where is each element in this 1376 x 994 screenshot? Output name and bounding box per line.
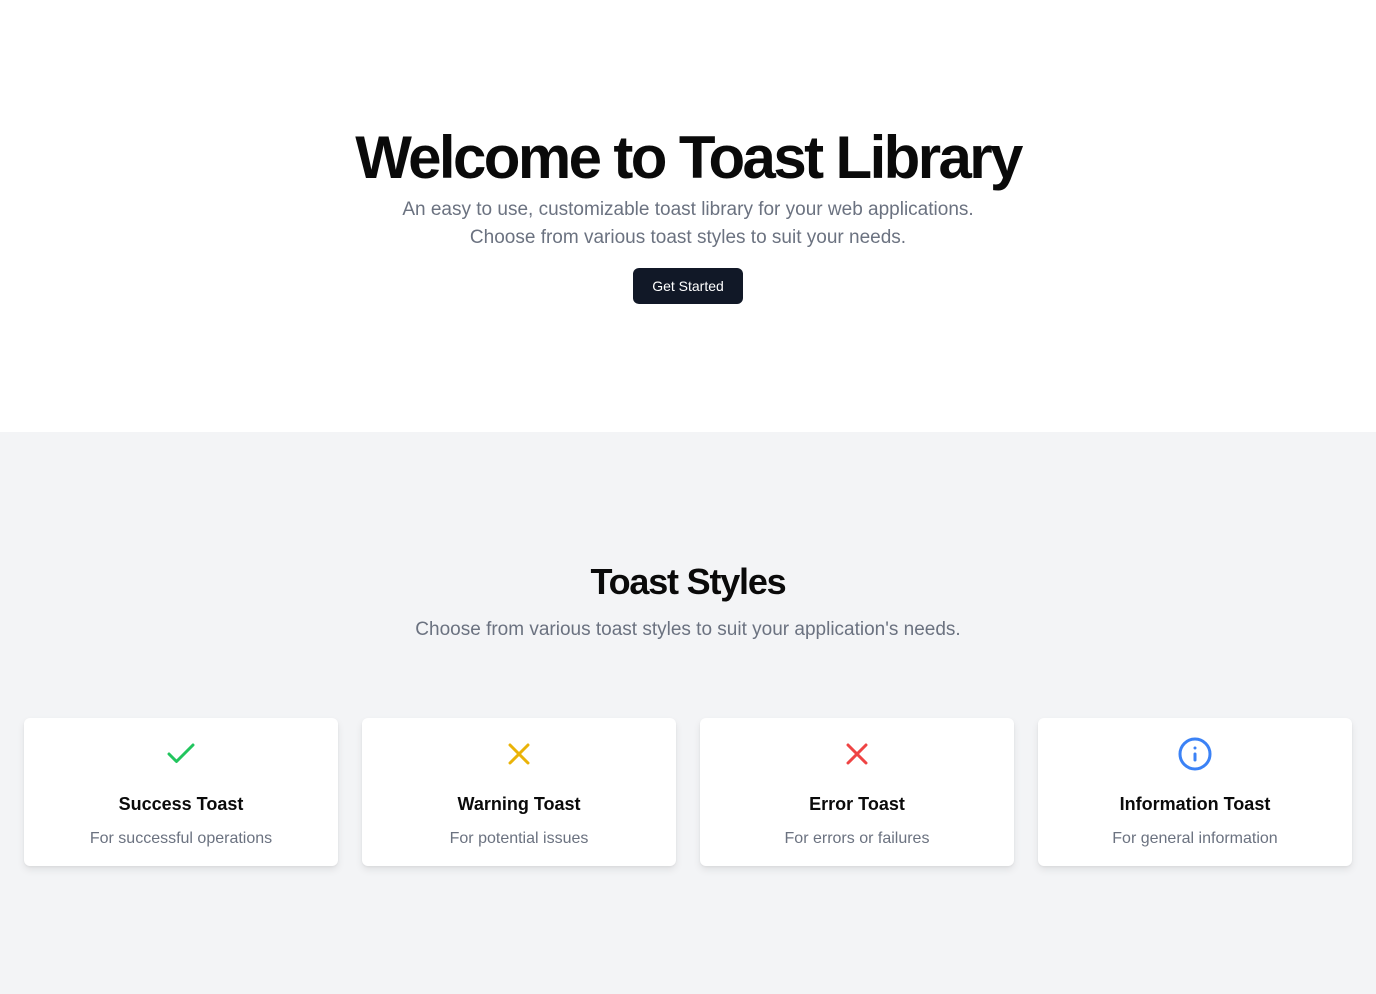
card-title: Error Toast bbox=[809, 794, 905, 814]
card-title: Success Toast bbox=[118, 794, 244, 814]
hero-subtitle: An easy to use, customizable toast libra… bbox=[0, 196, 1376, 252]
get-started-button[interactable]: Get Started bbox=[633, 268, 743, 304]
check-icon bbox=[163, 736, 199, 772]
hero-section: Welcome to Toast Library An easy to use,… bbox=[0, 0, 1376, 432]
hero-title: Welcome to Toast Library bbox=[355, 124, 1023, 191]
success-toast-card[interactable]: Success Toast For successful operations bbox=[24, 718, 338, 866]
info-circle-icon bbox=[1177, 736, 1213, 772]
section-subtitle: Choose from various toast styles to suit… bbox=[415, 619, 961, 640]
hero-subtitle-line-2: Choose from various toast styles to suit… bbox=[469, 227, 907, 248]
card-description: For errors or failures bbox=[784, 830, 930, 847]
section-title: Toast Styles bbox=[590, 561, 786, 602]
card-description: For general information bbox=[1112, 830, 1278, 847]
error-toast-card[interactable]: Error Toast For errors or failures bbox=[700, 718, 1014, 866]
card-title: Warning Toast bbox=[457, 794, 581, 814]
toast-style-cards: Success Toast For successful operations … bbox=[24, 718, 1352, 866]
card-description: For potential issues bbox=[449, 830, 589, 847]
x-icon bbox=[839, 736, 875, 772]
card-title: Information Toast bbox=[1119, 794, 1271, 814]
card-description: For successful operations bbox=[89, 830, 273, 847]
toast-styles-section: Toast Styles Choose from various toast s… bbox=[0, 432, 1376, 994]
x-icon bbox=[501, 736, 537, 772]
hero-subtitle-line-1: An easy to use, customizable toast libra… bbox=[402, 199, 974, 220]
information-toast-card[interactable]: Information Toast For general informatio… bbox=[1038, 718, 1352, 866]
warning-toast-card[interactable]: Warning Toast For potential issues bbox=[362, 718, 676, 866]
